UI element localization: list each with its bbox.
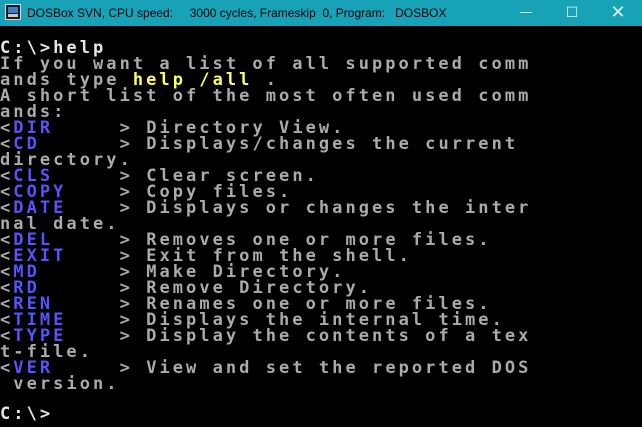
close-button[interactable]: ✕ <box>595 0 641 26</box>
bracket-close: > <box>119 358 133 378</box>
console-output[interactable]: C:\>help If you want a list of all suppo… <box>0 26 642 427</box>
minimize-button[interactable]: — <box>503 0 549 26</box>
command-description: Displays/changes the current <box>146 134 519 154</box>
command-description-continued: version. <box>0 374 120 394</box>
dosbox-window: DOSBox SVN, CPU speed: 3000 cycles, Fram… <box>0 0 642 427</box>
command-gap <box>133 134 146 154</box>
command-description: View and set the reported DOS <box>146 358 532 378</box>
title-bar[interactable]: DOSBox SVN, CPU speed: 3000 cycles, Fram… <box>0 0 642 26</box>
dosbox-app-icon[interactable] <box>5 4 21 20</box>
bracket-close: > <box>119 198 133 218</box>
maximize-button[interactable]: ☐ <box>549 0 595 26</box>
command-gap <box>133 198 146 218</box>
intro-line-3: A short list of the most often used comm <box>0 86 532 106</box>
final-prompt: C:\> <box>0 404 54 424</box>
command-gap <box>133 326 146 346</box>
command-description: Display the contents of a tex <box>146 326 532 346</box>
window-title: DOSBox SVN, CPU speed: 3000 cycles, Fram… <box>27 6 447 20</box>
bracket-close: > <box>119 326 133 346</box>
command-description: Displays or changes the inter <box>146 198 532 218</box>
command-gap <box>133 358 146 378</box>
